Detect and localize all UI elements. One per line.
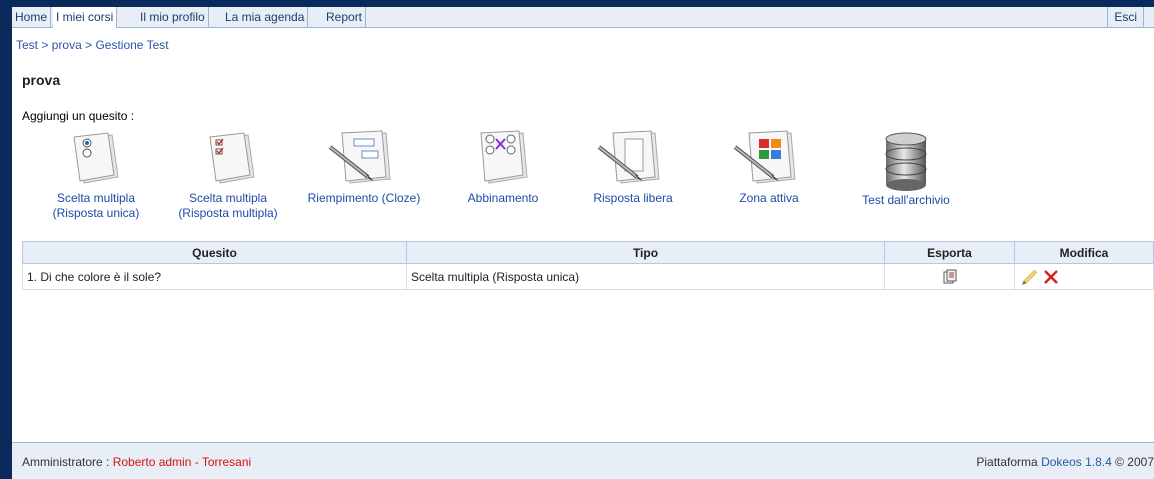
matching-icon: [480, 130, 528, 184]
column-header-export: Esporta: [884, 241, 1015, 264]
single-choice-label-2: (Risposta unica): [52, 206, 140, 220]
tab-home[interactable]: Home: [12, 7, 52, 28]
database-icon: [885, 132, 927, 191]
footer-platform-info: Piattaforma Dokeos 1.8.4 © 2007: [976, 455, 1154, 469]
add-question-label: Aggiungi un quesito :: [22, 109, 135, 123]
breadcrumb-separator: >: [85, 38, 93, 52]
platform-label: Piattaforma: [976, 455, 1042, 469]
fill-blanks-icon: [328, 130, 391, 184]
add-free-answer-button[interactable]: Risposta libera: [578, 129, 688, 206]
add-matching-button[interactable]: Abbinamento: [458, 129, 548, 206]
top-navigation: Home I miei corsi Il mio profilo La mia …: [12, 7, 1154, 28]
multiple-choice-label-1: Scelta multipla: [188, 191, 268, 205]
breadcrumb-item-test[interactable]: Test: [16, 38, 38, 52]
tab-my-courses[interactable]: I miei corsi: [53, 7, 118, 28]
free-answer-icon: [597, 130, 660, 184]
admin-role-label: Amministratore :: [22, 455, 113, 469]
page-frame: Home I miei corsi Il mio profilo La mia …: [12, 7, 1154, 479]
export-cell: [884, 263, 1015, 290]
from-archive-label: Test dall'archivio: [862, 193, 950, 207]
add-from-archive-button[interactable]: Test dall'archivio: [846, 129, 966, 208]
column-header-edit: Modifica: [1014, 241, 1154, 264]
type-cell: Scelta multipla (Risposta unica): [406, 263, 885, 290]
footer-admin-info: Amministratore : Roberto admin - Torresa…: [22, 455, 251, 469]
add-fill-blanks-button[interactable]: Riempimento (Cloze): [294, 129, 434, 206]
table-row: 1. Di che colore è il sole? Scelta multi…: [22, 263, 1154, 290]
multiple-choice-icon: [209, 132, 255, 184]
breadcrumb-item-gestione-test[interactable]: Gestione Test: [95, 38, 168, 52]
questions-table: Quesito Tipo Esporta Modifica 1. Di che …: [22, 241, 1154, 290]
edit-cell: [1014, 263, 1154, 290]
tab-report[interactable]: Report: [323, 7, 367, 28]
admin-name-link[interactable]: Roberto admin - Torresani: [113, 455, 252, 469]
table-header-row: Quesito Tipo Esporta Modifica: [22, 241, 1154, 264]
matching-label: Abbinamento: [467, 191, 539, 205]
add-hotspot-button[interactable]: Zona attiva: [724, 129, 814, 206]
add-multiple-choice-button[interactable]: Scelta multipla (Risposta multipla): [164, 129, 292, 221]
copyright-text: © 2007: [1111, 455, 1154, 469]
free-answer-label: Risposta libera: [593, 191, 673, 205]
logout-button[interactable]: Esci: [1107, 7, 1144, 28]
tab-my-profile[interactable]: Il mio profilo: [137, 7, 209, 28]
fill-blanks-label: Riempimento (Cloze): [307, 191, 421, 205]
add-single-choice-button[interactable]: Scelta multipla (Risposta unica): [44, 129, 148, 221]
edit-pencil-icon[interactable]: [1021, 268, 1039, 286]
single-choice-label-1: Scelta multipla: [56, 191, 136, 205]
column-header-type: Tipo: [406, 241, 885, 264]
column-header-question: Quesito: [22, 241, 407, 264]
footer: Amministratore : Roberto admin - Torresa…: [12, 442, 1154, 479]
hotspot-icon: [733, 130, 796, 184]
page-title: prova: [22, 72, 61, 88]
breadcrumb-separator: >: [41, 38, 49, 52]
export-icon[interactable]: [942, 269, 958, 285]
tab-my-agenda[interactable]: La mia agenda: [222, 7, 309, 28]
breadcrumb: Test > prova > Gestione Test: [16, 38, 169, 52]
delete-icon[interactable]: [1042, 268, 1060, 286]
single-choice-icon: [73, 132, 119, 184]
question-cell: 1. Di che colore è il sole?: [22, 263, 407, 290]
multiple-choice-label-2: (Risposta multipla): [178, 206, 278, 220]
platform-brand-link[interactable]: Dokeos 1.8.4: [1041, 455, 1112, 469]
breadcrumb-item-prova[interactable]: prova: [52, 38, 82, 52]
hotspot-label: Zona attiva: [739, 191, 799, 205]
